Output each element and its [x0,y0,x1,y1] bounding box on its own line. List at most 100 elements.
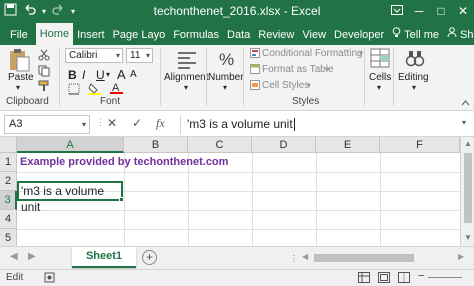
paste-icon[interactable] [8,48,30,75]
gridline [17,229,460,230]
collapse-ribbon-icon[interactable] [461,97,470,109]
scroll-thumb[interactable] [464,153,472,223]
enter-button[interactable]: ✓ [132,116,142,130]
grow-font-button[interactable]: A [117,67,126,82]
format-painter-icon[interactable] [38,80,50,95]
chevron-down-icon[interactable]: ▾ [325,65,329,74]
add-sheet-button[interactable]: + [142,250,157,265]
row-header-4[interactable]: 4 [0,210,17,229]
close-icon[interactable]: ✕ [452,0,474,23]
worksheet-grid[interactable]: A B C D E F 1 2 3 4 5 Example provided b… [0,137,474,248]
page-break-icon[interactable] [398,272,410,286]
window-controls: ─ □ ✕ [386,0,474,23]
copy-icon[interactable] [38,65,50,80]
tab-formulas[interactable]: Formulas [169,25,223,45]
underline-button[interactable]: U [96,68,105,82]
person-icon [447,25,457,45]
scroll-down-icon[interactable]: ▼ [464,233,472,242]
title-bar: ▾ ▾ techonthenet_2016.xlsx - Excel ─ □ ✕ [0,0,474,23]
scroll-up-icon[interactable]: ▲ [464,139,472,148]
vertical-scrollbar[interactable]: ▲ ▼ [460,137,474,246]
zoom-slider[interactable] [428,277,462,278]
cell-b1-text[interactable]: Example provided by techonthenet.com [20,156,228,168]
ribbon-display-icon[interactable] [386,0,408,23]
maximize-icon[interactable]: □ [430,0,452,23]
separator [160,48,161,106]
cells-group-label[interactable]: Cells [369,72,391,83]
font-size-dropdown[interactable]: 11 ▾ [126,48,153,63]
page-layout-icon[interactable] [378,272,390,286]
normal-view-icon[interactable] [358,272,370,286]
chevron-down-icon[interactable]: ▾ [106,70,110,79]
binoculars-icon[interactable] [405,48,425,71]
column-header-a[interactable]: A [17,137,124,153]
tab-insert[interactable]: Insert [73,25,109,45]
tab-split-handle[interactable]: ⋮ [290,254,298,263]
gridline [316,153,317,246]
chevron-down-icon[interactable]: ▾ [359,49,363,58]
cut-icon[interactable] [38,49,50,64]
chevron-down-icon[interactable]: ▾ [412,83,416,92]
percent-icon[interactable]: % [216,48,238,73]
font-name-dropdown[interactable]: Calibri ▾ [65,48,123,63]
format-as-table-icon[interactable] [250,64,260,77]
tab-developer[interactable]: Developer [330,25,388,45]
italic-button[interactable]: I [82,68,85,82]
format-as-table-button[interactable]: Format as Table [262,64,334,75]
row-header-3[interactable]: 3 [0,191,17,210]
column-header-d[interactable]: D [252,137,316,153]
cancel-button[interactable]: ✕ [107,116,117,130]
scroll-left-icon[interactable]: ◀ [302,252,308,261]
active-cell-a3[interactable]: 'm3 is a volume unit [17,181,123,214]
minimize-icon[interactable]: ─ [408,0,430,23]
share-button[interactable]: Share [443,25,474,45]
chevron-down-icon[interactable]: ▾ [184,83,188,92]
tab-file[interactable]: File [0,25,36,45]
chevron-down-icon[interactable]: ▾ [223,83,227,92]
cell-styles-icon[interactable] [250,80,260,93]
insert-function-button[interactable]: fx [156,116,165,131]
formula-input[interactable]: 'm3 is a volume unit [180,115,470,134]
borders-icon[interactable] [68,83,80,98]
separator [243,48,244,106]
styles-group-label: Styles [292,96,320,107]
paste-dropdown-icon[interactable]: ▾ [16,83,20,92]
tab-data[interactable]: Data [223,25,254,45]
column-header-b[interactable]: B [124,137,188,153]
tab-home[interactable]: Home [35,23,74,45]
cell-styles-button[interactable]: Cell Styles [262,80,309,91]
fill-handle[interactable] [119,197,124,202]
column-header-e[interactable]: E [316,137,380,153]
bold-button[interactable]: B [68,68,77,82]
scroll-thumb[interactable] [314,254,414,262]
next-sheet-icon[interactable]: ▶ [28,251,36,262]
horizontal-scrollbar[interactable]: ◀ ▶ [300,252,470,264]
alignment-icon[interactable] [176,49,198,74]
select-all-corner[interactable] [0,137,17,153]
tab-page-layout[interactable]: Page Layo [109,25,170,45]
macro-record-icon[interactable] [44,272,55,286]
paste-label[interactable]: Paste [8,72,34,83]
editing-group-label[interactable]: Editing [398,72,429,83]
row-header-2[interactable]: 2 [0,172,17,191]
shrink-font-button[interactable]: A [130,69,137,80]
tell-me-box[interactable]: Tell me [388,25,443,45]
cells-icon[interactable] [370,48,390,71]
zoom-out-icon[interactable]: − [418,270,424,282]
alignment-group-label[interactable]: Alignment [164,72,208,83]
row-header-1[interactable]: 1 [0,153,17,172]
column-header-f[interactable]: F [380,137,460,153]
name-box[interactable]: A3 ▾ [4,115,90,134]
chevron-down-icon[interactable]: ▾ [377,83,381,92]
column-header-c[interactable]: C [188,137,252,153]
scroll-right-icon[interactable]: ▶ [458,252,464,261]
expand-formula-bar-icon[interactable]: ▾ [462,118,466,127]
conditional-formatting-icon[interactable] [250,48,260,61]
tab-view[interactable]: View [298,25,330,45]
tab-review[interactable]: Review [254,25,298,45]
chevron-down-icon[interactable]: ▾ [307,81,311,90]
prev-sheet-icon[interactable]: ◀ [10,251,18,262]
conditional-formatting-button[interactable]: Conditional Formatting [262,48,363,59]
number-group-label[interactable]: Number [208,72,244,83]
sheet-tab-sheet1[interactable]: Sheet1 [72,247,136,268]
